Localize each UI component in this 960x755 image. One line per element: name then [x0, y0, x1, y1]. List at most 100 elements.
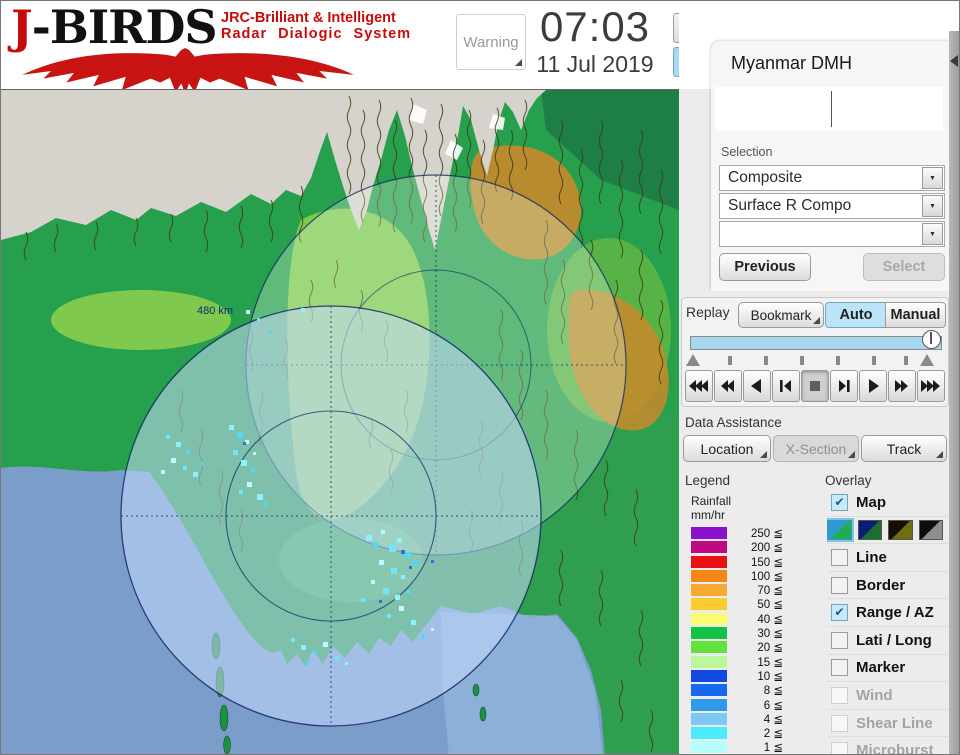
auto-mode-button[interactable]: Auto [825, 302, 887, 328]
selection-dropdown-1[interactable]: Composite ▼ [719, 165, 945, 191]
checkbox[interactable] [831, 659, 848, 677]
overlay-item-label: Marker [856, 659, 906, 677]
location-button[interactable]: Location [683, 435, 771, 462]
rewind-2x-button[interactable] [714, 370, 742, 402]
legend-color-swatch [691, 669, 727, 682]
legend-color-swatch [691, 555, 727, 568]
jbirds-window: J-BIRDS JRC-Brilliant & Intelligent Rada… [0, 0, 960, 755]
play-button[interactable] [859, 370, 887, 402]
selection-label: Selection [721, 145, 773, 159]
legend-level-label: 1 ≦ [763, 742, 783, 755]
collapse-left-icon [950, 55, 958, 67]
x-section-button: X-Section [773, 435, 859, 462]
overlay-label: Overlay [825, 473, 872, 488]
panel-collapse-strip[interactable] [949, 31, 959, 754]
forward-2x-icon [895, 380, 908, 392]
stop-icon [810, 381, 820, 391]
dropdown-value: Composite [728, 169, 803, 186]
legend-color-swatch [691, 612, 727, 625]
clock-time: 07:03 [539, 3, 651, 50]
overlay-item-label: Range / AZ [856, 604, 934, 622]
step-last-icon [839, 380, 850, 392]
legend-level-row: 15 ≦ [691, 655, 783, 669]
stop-button[interactable] [801, 370, 829, 402]
manual-mode-button[interactable]: Manual [885, 302, 946, 328]
replay-slider-track[interactable] [690, 336, 942, 350]
legend-title-rainfall: Rainfall [691, 494, 732, 508]
map-style-swatch-1[interactable] [827, 517, 854, 542]
radar-range-rings-south [120, 305, 542, 727]
legend-level-label: 4 ≦ [763, 713, 783, 726]
overlay-item-line[interactable]: Line [827, 544, 949, 572]
legend-level-label: 70 ≦ [757, 585, 783, 598]
legend-title-unit: mm/hr [691, 508, 725, 522]
legend-level-label: 20 ≦ [757, 642, 783, 655]
overlay-item-shear-line: Shear Line [827, 710, 949, 738]
replay-slider-handle[interactable] [922, 330, 941, 349]
map-style-selector [827, 517, 949, 545]
overlay-item-border[interactable]: Border [827, 572, 949, 600]
play-reverse-button[interactable] [743, 370, 771, 402]
overlay-item-range-az[interactable]: ✔ Range / AZ [827, 599, 949, 627]
chevron-down-icon[interactable]: ▼ [922, 223, 943, 245]
map-style-swatch-2[interactable] [857, 519, 882, 540]
legend-level-label: 10 ≦ [757, 670, 783, 683]
jbirds-logo: J-BIRDS JRC-Brilliant & Intelligent Rada… [9, 1, 410, 94]
logo-letter-j: J [11, 0, 33, 54]
replay-label: Replay [686, 304, 730, 320]
data-assistance-label: Data Assistance [685, 415, 782, 430]
legend-color-swatch [691, 655, 727, 668]
legend-level-label: 8 ≦ [763, 685, 783, 698]
bookmark-button[interactable]: Bookmark [738, 302, 824, 328]
eagle-logo-icon [22, 48, 354, 94]
play-reverse-icon [751, 379, 761, 393]
selection-dropdown-2[interactable]: Surface R Compo ▼ [719, 193, 945, 219]
legend-level-row: 6 ≦ [691, 698, 783, 712]
checkbox[interactable] [831, 576, 848, 594]
overlay-item-marker[interactable]: Marker [827, 655, 949, 683]
station-card: Myanmar DMH Selection Composite ▼ Surfac… [711, 41, 949, 291]
checkbox[interactable]: ✔ [831, 604, 848, 622]
step-last-button[interactable] [830, 370, 858, 402]
previous-button[interactable]: Previous [719, 253, 811, 281]
legend-level-label: 250 ≦ [750, 528, 783, 540]
range-ring-label: 480 km [197, 305, 233, 317]
rewind-2x-icon [721, 380, 734, 392]
seek-end-marker[interactable] [920, 354, 934, 366]
warning-button[interactable]: Warning [456, 14, 526, 70]
forward-3x-button[interactable] [917, 370, 945, 402]
control-panel: Myanmar DMH Selection Composite ▼ Surfac… [679, 1, 959, 754]
track-button[interactable]: Track [861, 435, 947, 462]
step-first-button[interactable] [772, 370, 800, 402]
chevron-down-icon[interactable]: ▼ [922, 195, 943, 217]
lowland-patch [51, 290, 231, 350]
logo-title: J-BIRDS [11, 0, 218, 54]
checkbox[interactable] [831, 548, 848, 566]
text-cursor [831, 91, 832, 127]
station-input[interactable] [715, 87, 943, 131]
overlay-item-lati-long[interactable]: Lati / Long [827, 627, 949, 655]
checkbox[interactable]: ✔ [831, 493, 848, 511]
overlay-item-label: Wind [856, 686, 893, 704]
map-style-swatch-4[interactable] [918, 519, 943, 540]
chevron-down-icon[interactable]: ▼ [922, 167, 943, 189]
overlay-item-label: Line [856, 548, 887, 566]
select-button: Select [863, 253, 945, 281]
legend-level-label: 40 ≦ [757, 613, 783, 626]
forward-3x-icon [921, 380, 940, 392]
rewind-3x-button[interactable] [685, 370, 713, 402]
map-style-swatch-3[interactable] [888, 519, 913, 540]
radar-map-viewport[interactable]: 480 km [1, 89, 679, 754]
overlay-item-map[interactable]: ✔ Map [827, 489, 949, 517]
legend-level-row: 1 ≦ [691, 740, 783, 754]
selection-dropdown-3[interactable]: ▼ [719, 221, 945, 247]
checkbox[interactable] [831, 631, 848, 649]
legend-color-swatch [691, 698, 727, 711]
dropdown-value: Surface R Compo [728, 197, 852, 214]
seek-start-marker[interactable] [686, 354, 700, 366]
forward-2x-button[interactable] [888, 370, 916, 402]
legend-color-swatch [691, 584, 727, 597]
logo-subtitle: JRC-Brilliant & Intelligent Radar Dialog… [221, 10, 412, 42]
warning-button-label: Warning [463, 33, 519, 51]
legend-level-label: 100 ≦ [750, 570, 783, 583]
